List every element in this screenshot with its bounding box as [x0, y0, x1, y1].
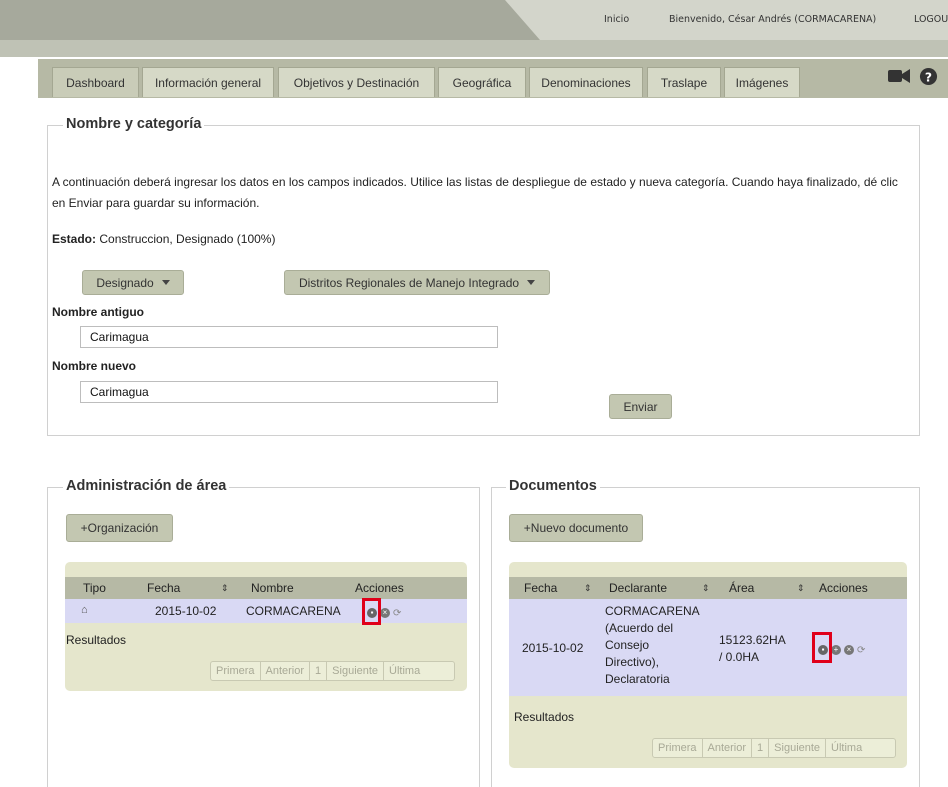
pager-first[interactable]: Primera: [653, 739, 703, 757]
tab-imagenes[interactable]: Imágenes: [724, 67, 800, 97]
instructions-text: A continuación deberá ingresar los datos…: [52, 175, 898, 210]
new-name-label: Nombre nuevo: [52, 359, 137, 373]
sort-icon[interactable]: ⇕: [221, 583, 229, 594]
col-declarante[interactable]: Declarante: [609, 581, 667, 595]
help-circle-icon[interactable]: ?: [917, 66, 939, 86]
delete-icon[interactable]: ×: [380, 607, 390, 618]
sort-icon[interactable]: ⇕: [797, 583, 805, 594]
refresh-icon[interactable]: ⟳: [393, 608, 401, 619]
svg-text:?: ?: [924, 70, 931, 84]
row-declarante: CORMACARENA (Acuerdo del Consejo Directi…: [605, 603, 700, 688]
pager-next[interactable]: Siguiente: [769, 739, 827, 757]
add-documento-button[interactable]: +Nuevo documento: [509, 514, 643, 542]
status-dropdown-label: Designado: [96, 275, 154, 290]
tab-objetivos-destinacion[interactable]: Objetivos y Destinación: [278, 67, 435, 97]
welcome-text: Bienvenido, César Andrés (CORMACARENA): [669, 14, 877, 25]
enviar-button[interactable]: Enviar: [609, 394, 672, 419]
header-strip: [0, 40, 948, 57]
results-label: Resultados: [514, 710, 575, 724]
estado-label: Estado:: [52, 232, 97, 246]
declarante-line: Directivo),: [605, 655, 660, 669]
tab-dashboard[interactable]: Dashboard: [52, 67, 139, 97]
administracion-pager: Primera Anterior 1 Siguiente Última: [210, 661, 455, 681]
tab-informacion-general[interactable]: Información general: [142, 67, 274, 97]
row-fecha: 2015-10-02: [155, 604, 217, 618]
tab-denominaciones[interactable]: Denominaciones: [529, 67, 643, 97]
estado-line: Estado: Construccion, Designado (100%): [52, 232, 275, 246]
sort-icon[interactable]: ⇕: [584, 583, 592, 594]
header-decoration: [0, 0, 540, 40]
administracion-legend: Administración de área: [63, 478, 230, 494]
col-acciones: Acciones: [355, 581, 404, 595]
col-nombre[interactable]: Nombre: [251, 581, 294, 595]
col-acciones: Acciones: [819, 581, 868, 595]
delete-icon[interactable]: ×: [844, 644, 854, 655]
pager-next[interactable]: Siguiente: [327, 662, 385, 680]
chevron-down-icon: [527, 280, 536, 285]
documentos-pager: Primera Anterior 1 Siguiente Última: [652, 738, 896, 758]
sort-icon[interactable]: ⇕: [702, 583, 710, 594]
col-fecha[interactable]: Fecha: [524, 581, 557, 595]
pager-page[interactable]: 1: [310, 662, 328, 680]
table-row[interactable]: ⌂ 2015-10-02 CORMACARENA ▪ × ⟳: [65, 599, 467, 623]
declarante-line: CORMACARENA: [605, 604, 700, 618]
nombre-categoria-legend: Nombre y categoría: [63, 116, 205, 132]
col-tipo[interactable]: Tipo: [83, 581, 106, 595]
declarante-line: Declaratoria: [605, 672, 670, 686]
category-dropdown[interactable]: Distritos Regionales de Manejo Integrado: [284, 270, 550, 295]
pager-last[interactable]: Última: [384, 662, 425, 680]
col-area[interactable]: Área: [729, 581, 754, 595]
highlight-box: [812, 632, 832, 663]
estado-value: Construccion, Designado (100%): [99, 232, 276, 246]
nav-inicio-link[interactable]: Inicio: [604, 14, 629, 25]
pager-prev[interactable]: Anterior: [703, 739, 753, 757]
pager-page[interactable]: 1: [752, 739, 770, 757]
edit-icon[interactable]: +: [831, 644, 841, 655]
table-row[interactable]: 2015-10-02 CORMACARENA (Acuerdo del Cons…: [509, 599, 907, 696]
documentos-grid-header: Fecha ⇕ Declarante ⇕ Área ⇕ Acciones: [509, 577, 907, 599]
declarante-line: Consejo: [605, 638, 650, 652]
top-header: [0, 0, 948, 57]
chevron-down-icon: [161, 280, 170, 285]
pager-first[interactable]: Primera: [211, 662, 261, 680]
video-camera-icon[interactable]: [887, 66, 911, 86]
tab-geografica[interactable]: Geográfica: [438, 67, 526, 97]
documentos-legend: Documentos: [506, 478, 600, 494]
area-line: / 0.0HA: [719, 650, 760, 664]
add-organizacion-button[interactable]: +Organización: [66, 514, 173, 542]
row-area: 15123.62HA / 0.0HA: [719, 632, 786, 666]
old-name-field[interactable]: [80, 326, 498, 348]
results-label: Resultados: [66, 633, 127, 647]
pager-prev[interactable]: Anterior: [261, 662, 311, 680]
pager-last[interactable]: Última: [826, 739, 867, 757]
area-line: 15123.62HA: [719, 633, 786, 647]
category-dropdown-label: Distritos Regionales de Manejo Integrado: [298, 275, 520, 290]
old-name-label: Nombre antiguo: [52, 305, 144, 319]
status-dropdown[interactable]: Designado: [82, 270, 184, 295]
logout-link[interactable]: LOGOUT: [914, 14, 948, 25]
col-fecha[interactable]: Fecha: [147, 581, 180, 595]
new-name-field[interactable]: [80, 381, 498, 403]
tab-traslape[interactable]: Traslape: [647, 67, 721, 97]
declarante-line: (Acuerdo del: [605, 621, 674, 635]
highlight-box: [362, 598, 381, 625]
administracion-grid-header: Tipo Fecha ⇕ Nombre Acciones: [65, 577, 467, 599]
row-fecha: 2015-10-02: [522, 641, 584, 655]
refresh-icon[interactable]: ⟳: [857, 645, 865, 656]
row-nombre: CORMACARENA: [246, 604, 341, 618]
home-icon: ⌂: [81, 604, 88, 616]
